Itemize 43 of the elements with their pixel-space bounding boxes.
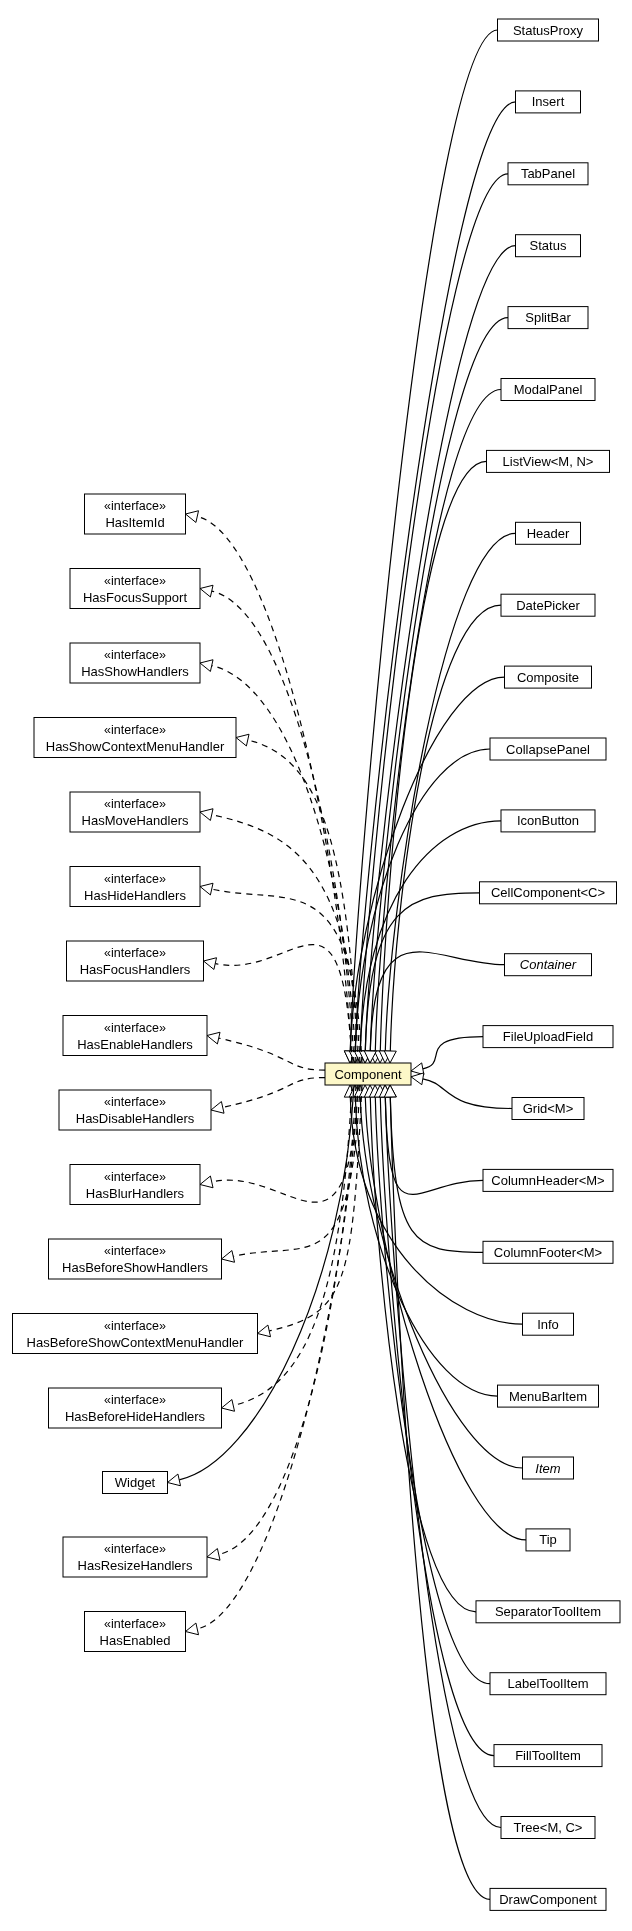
- class-node: Tree<M, C>: [500, 1816, 596, 1839]
- interface-node: «interface» HasEnabled: [84, 1611, 186, 1652]
- class-node: Container: [504, 953, 592, 977]
- class-node: Info: [522, 1312, 574, 1336]
- interface-node: «interface» HasFocusSupport: [69, 568, 201, 609]
- class-node: Tip: [525, 1528, 571, 1552]
- class-node: ColumnFooter<M>: [482, 1240, 614, 1264]
- class-node: ListView<M, N>: [486, 449, 610, 473]
- interface-node: «interface» HasResizeHandlers: [62, 1536, 208, 1578]
- class-node: FillToolItem: [493, 1744, 603, 1768]
- class-node: Composite: [504, 665, 592, 689]
- interface-node: «interface» HasBeforeShowHandlers: [48, 1238, 222, 1280]
- class-node: Header: [515, 521, 581, 545]
- class-node: Grid<M>: [511, 1097, 585, 1120]
- class-node: IconButton: [500, 809, 596, 833]
- class-node: MenuBarItem: [497, 1384, 599, 1408]
- class-node: ModalPanel: [500, 378, 596, 401]
- class-node: Component: [324, 1062, 412, 1086]
- interface-node: «interface» HasItemId: [84, 493, 186, 535]
- class-node: Status: [515, 234, 581, 258]
- class-node: LabelToolItem: [489, 1672, 607, 1696]
- interface-node: «interface» HasBlurHandlers: [69, 1164, 201, 1205]
- class-node: CellComponent<C>: [479, 881, 617, 905]
- class-node: FileUploadField: [482, 1025, 614, 1049]
- interface-node: «interface» HasDisableHandlers: [58, 1089, 212, 1131]
- class-node: Insert: [515, 90, 581, 114]
- class-node: CollapsePanel: [489, 737, 607, 761]
- class-node: DatePicker: [500, 593, 596, 617]
- interface-node: «interface» HasEnableHandlers: [62, 1015, 208, 1056]
- class-node: SeparatorToolItem: [475, 1600, 621, 1624]
- class-node: DrawComponent: [489, 1887, 607, 1911]
- interface-node: «interface» HasBeforeShowContextMenuHandler: [12, 1313, 258, 1354]
- class-node: SplitBar: [507, 306, 589, 330]
- interface-node: «interface» HasShowHandlers: [69, 642, 201, 684]
- interface-node: «interface» HasMoveHandlers: [69, 791, 201, 833]
- interface-node: «interface» HasHideHandlers: [69, 866, 201, 907]
- class-node: TabPanel: [507, 162, 589, 186]
- interface-node: «interface» HasShowContextMenuHandler: [33, 717, 237, 758]
- interface-node: «interface» HasFocusHandlers: [66, 940, 204, 982]
- interface-node: «interface» HasBeforeHideHandlers: [48, 1387, 222, 1429]
- class-node: ColumnHeader<M>: [482, 1168, 614, 1192]
- class-node: Item: [522, 1456, 574, 1480]
- class-node: StatusProxy: [497, 18, 599, 42]
